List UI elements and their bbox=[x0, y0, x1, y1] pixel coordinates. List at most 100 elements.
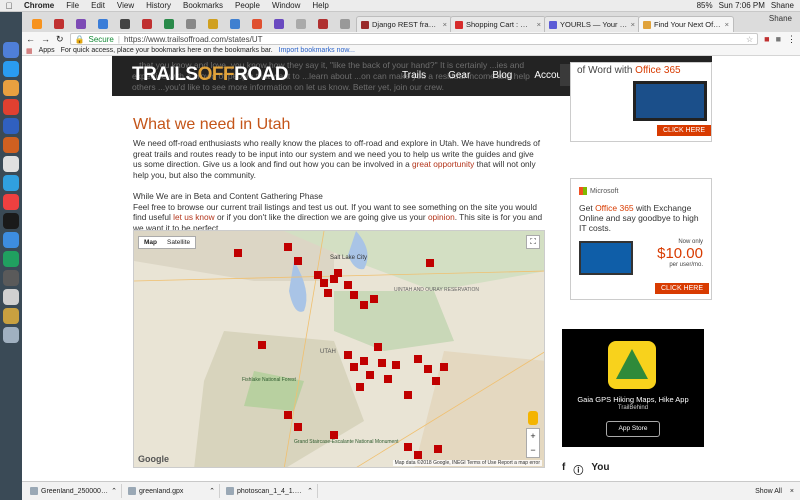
pinned-tab[interactable] bbox=[92, 16, 114, 32]
pinned-tab[interactable] bbox=[246, 16, 268, 32]
reload-icon[interactable]: ↻ bbox=[56, 34, 64, 45]
trail-marker[interactable] bbox=[434, 445, 442, 453]
show-all-downloads[interactable]: Show All bbox=[755, 488, 782, 495]
instagram-icon[interactable]: ⓘ bbox=[573, 462, 583, 477]
facebook-icon[interactable]: f bbox=[562, 462, 565, 477]
chevron-up-icon[interactable]: ⌃ bbox=[307, 487, 313, 495]
trail-marker[interactable] bbox=[404, 391, 412, 399]
extension-icon[interactable]: ■ bbox=[764, 34, 769, 44]
close-icon[interactable]: × bbox=[790, 488, 794, 495]
star-icon[interactable]: ☆ bbox=[746, 35, 753, 44]
tab-yourls[interactable]: YOURLS — Your Own U × bbox=[544, 16, 640, 32]
menu-bookmarks[interactable]: Bookmarks bbox=[177, 1, 229, 10]
pinned-tab[interactable] bbox=[158, 16, 180, 32]
fullscreen-icon[interactable]: ⛶ bbox=[526, 235, 540, 249]
nav-trails[interactable]: Trails bbox=[402, 70, 426, 81]
download-item[interactable]: photoscan_1_4_1.dmg ⌃ bbox=[226, 484, 318, 498]
pinned-tab[interactable] bbox=[136, 16, 158, 32]
menu-help[interactable]: Help bbox=[306, 1, 334, 10]
pinned-tab[interactable] bbox=[312, 16, 334, 32]
app-icon[interactable] bbox=[3, 175, 19, 191]
site-logo[interactable]: TRAILSOFFROAD bbox=[132, 64, 289, 86]
menu-edit[interactable]: Edit bbox=[85, 1, 111, 10]
acrobat-icon[interactable] bbox=[3, 194, 19, 210]
pinned-tab[interactable] bbox=[202, 16, 224, 32]
pinned-tab[interactable] bbox=[334, 16, 356, 32]
zoom-out-button[interactable]: − bbox=[527, 443, 539, 457]
trail-marker[interactable] bbox=[330, 431, 338, 439]
trail-marker[interactable] bbox=[350, 291, 358, 299]
app-icon[interactable] bbox=[3, 270, 19, 286]
trail-marker[interactable] bbox=[314, 271, 322, 279]
street-view-icon[interactable] bbox=[528, 411, 538, 425]
nav-blog[interactable]: Blog bbox=[492, 70, 512, 81]
trail-marker[interactable] bbox=[414, 451, 422, 459]
trail-marker[interactable] bbox=[334, 269, 342, 277]
trail-marker[interactable] bbox=[414, 355, 422, 363]
chevron-up-icon[interactable]: ⌃ bbox=[111, 487, 117, 495]
map-type-satellite[interactable]: Satellite bbox=[162, 237, 195, 248]
trail-map[interactable]: Salt Lake City UINTAH AND OURAY RESERVAT… bbox=[133, 230, 545, 468]
trail-marker[interactable] bbox=[424, 365, 432, 373]
trail-marker[interactable] bbox=[378, 359, 386, 367]
great-opportunity-link[interactable]: great opportunity bbox=[412, 159, 474, 169]
trail-marker[interactable] bbox=[258, 341, 266, 349]
trail-marker[interactable] bbox=[392, 361, 400, 369]
tab-django[interactable]: Django REST framework × bbox=[356, 16, 452, 32]
trail-marker[interactable] bbox=[440, 363, 448, 371]
clock[interactable]: Sun 7:06 PM bbox=[719, 1, 765, 10]
trail-marker[interactable] bbox=[320, 279, 328, 287]
forward-icon[interactable]: → bbox=[41, 34, 50, 44]
gaia-gps-ad[interactable]: Gaia GPS Hiking Maps, Hike App TrailBehi… bbox=[562, 329, 704, 447]
trail-marker[interactable] bbox=[426, 259, 434, 267]
trail-marker[interactable] bbox=[350, 363, 358, 371]
google-logo[interactable]: Google bbox=[138, 454, 169, 464]
let-us-know-link[interactable]: let us know bbox=[173, 212, 215, 222]
back-icon[interactable]: ← bbox=[26, 34, 35, 44]
trail-marker[interactable] bbox=[344, 351, 352, 359]
map-attribution[interactable]: Map data ©2018 Google, INEGI Terms of Us… bbox=[392, 460, 542, 466]
close-icon[interactable]: × bbox=[725, 20, 729, 29]
trail-marker[interactable] bbox=[384, 375, 392, 383]
zoom-in-button[interactable]: + bbox=[527, 429, 539, 443]
app-icon[interactable] bbox=[3, 251, 19, 267]
trail-marker[interactable] bbox=[324, 289, 332, 297]
pinned-tab[interactable] bbox=[26, 16, 48, 32]
trail-marker[interactable] bbox=[234, 249, 242, 257]
apps-icon[interactable]: ▦ bbox=[26, 47, 33, 55]
app-icon[interactable] bbox=[3, 308, 19, 324]
import-bookmarks-link[interactable]: Import bookmarks now... bbox=[279, 47, 355, 54]
app-icon[interactable] bbox=[3, 289, 19, 305]
trail-marker[interactable] bbox=[344, 281, 352, 289]
finder-icon[interactable] bbox=[3, 42, 19, 58]
trail-marker[interactable] bbox=[360, 301, 368, 309]
office-ad-middle[interactable]: Microsoft Get Office 365 with Exchange O… bbox=[570, 178, 712, 300]
menu-icon[interactable]: ⋮ bbox=[787, 34, 796, 45]
tab-trailsoffroad[interactable]: Find Your Next Offroad × bbox=[638, 16, 734, 32]
opinion-link[interactable]: opinion bbox=[428, 212, 455, 222]
trash-icon[interactable] bbox=[3, 327, 19, 343]
trail-marker[interactable] bbox=[370, 295, 378, 303]
tab-mpix[interactable]: Shopping Cart : Mpix × bbox=[450, 16, 546, 32]
map-type-map[interactable]: Map bbox=[139, 237, 162, 248]
app-icon[interactable] bbox=[3, 232, 19, 248]
menu-window[interactable]: Window bbox=[266, 1, 306, 10]
ad2-click-here-button[interactable]: CLICK HERE bbox=[655, 283, 710, 294]
close-icon[interactable]: × bbox=[443, 20, 447, 29]
pinned-tab[interactable] bbox=[180, 16, 202, 32]
address-bar[interactable]: 🔒 Secure | https://www.trailsoffroad.com… bbox=[69, 33, 759, 45]
app-icon[interactable] bbox=[3, 156, 19, 172]
trail-marker[interactable] bbox=[366, 371, 374, 379]
nav-gear[interactable]: Gear bbox=[448, 70, 470, 81]
pinned-tab[interactable] bbox=[268, 16, 290, 32]
app-store-badge[interactable]: App Store bbox=[606, 421, 660, 437]
chrome-icon[interactable] bbox=[3, 99, 19, 115]
pinned-tab[interactable] bbox=[114, 16, 136, 32]
pinned-tab[interactable] bbox=[70, 16, 92, 32]
trail-marker[interactable] bbox=[294, 423, 302, 431]
trail-marker[interactable] bbox=[432, 377, 440, 385]
pinned-tab[interactable] bbox=[48, 16, 70, 32]
user-menu[interactable]: Shane bbox=[771, 1, 794, 10]
download-item[interactable]: greenland.gpx ⌃ bbox=[128, 484, 220, 498]
firefox-icon[interactable] bbox=[3, 80, 19, 96]
